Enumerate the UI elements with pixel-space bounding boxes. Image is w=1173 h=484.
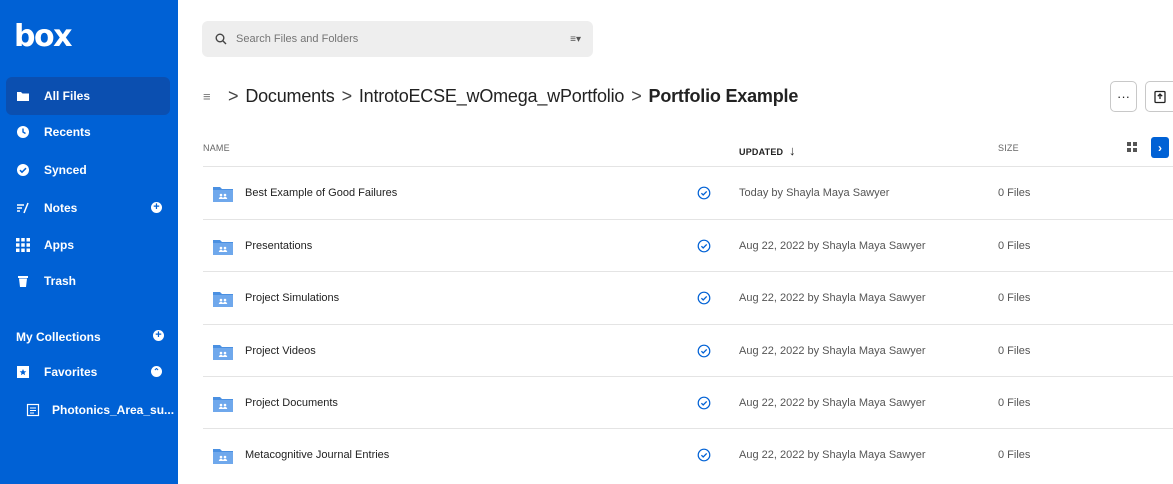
breadcrumb-separator: > [341, 85, 353, 106]
shared-folder-icon [213, 292, 233, 307]
breadcrumb: ≡ > Documents > IntrotoECSE_wOmega_wPort… [203, 84, 798, 108]
table-row[interactable]: Best Example of Good Failures Today by Sh… [203, 166, 1173, 219]
folder-size: 0 Files [998, 345, 1031, 357]
synced-check-icon [697, 239, 711, 253]
folder-name[interactable]: Project Simulations [245, 292, 339, 304]
favorites-icon [16, 365, 30, 379]
my-collections-label: My Collections [16, 330, 101, 344]
sidebar-item-trash[interactable]: Trash [6, 262, 170, 300]
sidebar-item-label: All Files [44, 89, 91, 103]
search-bar[interactable]: ≡▾ [202, 21, 593, 57]
table-row[interactable]: Project Videos Aug 22, 2022 by Shayla May… [203, 324, 1173, 377]
synced-check-icon [697, 291, 711, 305]
box-logo[interactable]: box [14, 22, 72, 52]
sort-arrow-icon: ↓ [788, 143, 796, 158]
shared-folder-icon [213, 345, 233, 360]
column-header-updated-label: UPDATED [739, 147, 784, 157]
column-header-size[interactable]: SIZE [998, 143, 1019, 153]
sidebar-item-label: Trash [44, 274, 77, 288]
breadcrumb-current: Portfolio Example [648, 85, 799, 106]
chevron-up-icon[interactable]: ⌃ [151, 366, 162, 377]
folder-size: 0 Files [998, 240, 1031, 252]
table-row[interactable]: Project Simulations Aug 22, 2022 by Shayl… [203, 271, 1173, 324]
sidebar-item-photonics[interactable]: Photonics_Area_su... [6, 391, 174, 429]
clock-icon [16, 125, 30, 139]
notes-icon [16, 201, 30, 215]
table-row[interactable]: Metacognitive Journal Entries Aug 22, 202… [203, 428, 1173, 481]
sidebar-item-label: Favorites [44, 365, 98, 379]
sidebar: box All Files Recents Synced Notes + App… [0, 0, 178, 484]
upload-icon [1153, 90, 1166, 103]
breadcrumb-documents[interactable]: Documents [245, 86, 334, 107]
more-options-button[interactable]: ··· [1110, 81, 1137, 112]
sidebar-item-label: Recents [44, 125, 91, 139]
breadcrumb-introtoecse[interactable]: IntrotoECSE_wOmega_wPortfolio [359, 86, 625, 107]
updated-info: Aug 22, 2022 by Shayla Maya Sawyer [739, 345, 926, 357]
shared-folder-icon [213, 187, 233, 202]
folder-name[interactable]: Metacognitive Journal Entries [245, 449, 389, 461]
breadcrumb-separator: > [228, 85, 239, 106]
synced-check-icon [697, 344, 711, 358]
folder-size: 0 Files [998, 397, 1031, 409]
check-circle-icon [16, 163, 30, 177]
shared-folder-icon [213, 240, 233, 255]
shared-folder-icon [213, 449, 233, 464]
grid-view-icon[interactable] [1126, 141, 1138, 153]
apps-grid-icon [16, 238, 30, 252]
folder-size: 0 Files [998, 292, 1031, 304]
column-header-updated[interactable]: UPDATED ↓ [739, 143, 796, 158]
search-input[interactable] [236, 33, 536, 45]
file-icon [26, 403, 40, 417]
sidebar-item-label: Apps [44, 238, 74, 252]
sidebar-item-label: Photonics_Area_su... [52, 403, 175, 417]
table-row[interactable]: Presentations Aug 22, 2022 by Shayla Maya… [203, 219, 1173, 272]
synced-check-icon [697, 396, 711, 410]
sidebar-item-label: Synced [44, 163, 87, 177]
updated-info: Aug 22, 2022 by Shayla Maya Sawyer [739, 397, 926, 409]
trash-icon [16, 274, 30, 288]
sidebar-item-label: Notes [44, 201, 78, 215]
upload-button[interactable] [1145, 81, 1173, 112]
folder-name[interactable]: Project Videos [245, 345, 316, 357]
sidebar-item-notes[interactable]: Notes + [6, 189, 170, 227]
details-panel-toggle-button[interactable]: › [1151, 137, 1169, 158]
folder-name[interactable]: Best Example of Good Failures [245, 187, 397, 199]
filter-icon[interactable]: ≡▾ [570, 34, 581, 45]
folder-size: 0 Files [998, 449, 1031, 461]
shared-folder-icon [213, 397, 233, 412]
updated-info: Aug 22, 2022 by Shayla Maya Sawyer [739, 240, 926, 252]
table-row[interactable]: Project Documents Aug 22, 2022 by Shayla … [203, 376, 1173, 429]
updated-info: Today by Shayla Maya Sawyer [739, 187, 890, 199]
breadcrumb-separator: > [631, 85, 642, 106]
synced-check-icon [697, 448, 711, 462]
folder-icon [16, 89, 30, 103]
updated-info: Aug 22, 2022 by Shayla Maya Sawyer [739, 449, 926, 461]
column-header-name[interactable]: NAME [203, 143, 230, 153]
folder-name[interactable]: Presentations [245, 240, 312, 252]
sidebar-item-all-files[interactable]: All Files [6, 77, 170, 115]
folder-size: 0 Files [998, 187, 1031, 199]
search-icon [215, 33, 227, 45]
add-collection-button[interactable]: + [153, 330, 164, 341]
updated-info: Aug 22, 2022 by Shayla Maya Sawyer [739, 292, 926, 304]
add-note-button[interactable]: + [151, 202, 162, 213]
sidebar-item-apps[interactable]: Apps [6, 226, 170, 264]
sidebar-item-synced[interactable]: Synced [6, 151, 170, 189]
sidebar-item-favorites[interactable]: Favorites ⌃ [6, 353, 170, 391]
folder-name[interactable]: Project Documents [245, 397, 338, 409]
sidebar-item-recents[interactable]: Recents [6, 113, 170, 151]
folder-tree-icon[interactable]: ≡ [203, 89, 217, 104]
synced-check-icon [697, 186, 711, 200]
